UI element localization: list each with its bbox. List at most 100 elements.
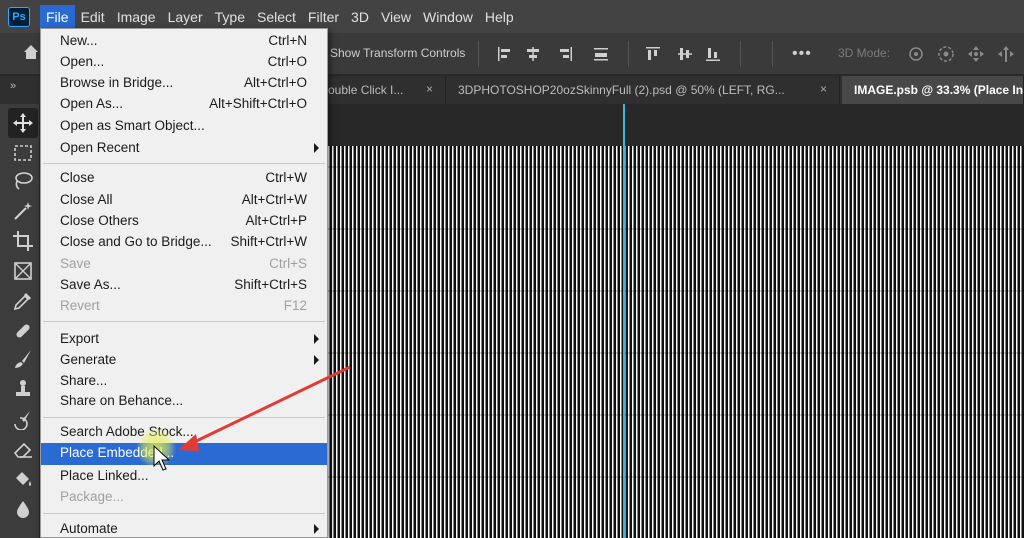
menu-item-close[interactable]: Close Ctrl+W — [41, 168, 327, 189]
tab-label: 3DPHOTOSHOP20ozSkinnyFull (2).psd @ 50% … — [458, 83, 785, 97]
align-top-edges-icon[interactable] — [644, 45, 662, 63]
menu-separator — [43, 321, 325, 322]
show-transform-controls-label[interactable]: Show Transform Controls — [330, 46, 465, 60]
menu-item-close-others[interactable]: Close Others Alt+Ctrl+P — [41, 211, 327, 232]
menu-window[interactable]: Window — [417, 5, 479, 29]
menu-item-share-on-behance[interactable]: Share on Behance... — [41, 391, 327, 412]
menu-item-export[interactable]: Export — [41, 329, 327, 350]
menu-item-label: Close — [60, 170, 95, 185]
brush-tool-icon[interactable] — [12, 348, 34, 370]
menu-item-place-linked[interactable]: Place Linked... — [41, 466, 327, 487]
menu-item-new[interactable]: New... Ctrl+N — [41, 31, 327, 52]
menu-select[interactable]: Select — [251, 5, 302, 29]
close-tab-icon[interactable]: × — [426, 82, 433, 96]
tab-label: ouble Click I... — [328, 83, 404, 97]
align-middle-icon[interactable] — [592, 45, 610, 63]
menu-item-open-recent[interactable]: Open Recent — [41, 138, 327, 159]
align-left-edges-icon[interactable] — [496, 45, 514, 63]
menu-item-generate[interactable]: Generate — [41, 350, 327, 371]
menu-item-save: Save Ctrl+S — [41, 254, 327, 275]
menu-item-place-embedded[interactable]: Place Embedded... — [41, 443, 327, 465]
menu-item-share[interactable]: Share... — [41, 371, 327, 392]
paint-bucket-tool-icon[interactable] — [12, 468, 34, 490]
submenu-arrow-icon — [314, 524, 319, 534]
home-icon[interactable] — [22, 43, 40, 61]
menu-item-shortcut: Alt+Ctrl+W — [241, 192, 307, 207]
menu-item-label: Close and Go to Bridge... — [60, 234, 212, 249]
menu-item-label: Open As... — [60, 96, 124, 111]
menu-item-revert: Revert F12 — [41, 296, 327, 317]
eraser-tool-icon[interactable] — [12, 438, 34, 460]
menu-item-search-adobe-stock[interactable]: Search Adobe Stock... — [41, 422, 327, 443]
menu-item-open-as[interactable]: Open As... Alt+Shift+Ctrl+O — [41, 94, 327, 115]
document-canvas[interactable] — [328, 146, 1024, 538]
menu-item-shortcut: Shift+Ctrl+W — [230, 234, 307, 249]
healing-brush-tool-icon[interactable] — [12, 320, 34, 342]
menu-item-label: Revert — [60, 298, 100, 313]
blur-tool-icon[interactable] — [12, 498, 34, 520]
move-tool-icon[interactable] — [8, 108, 38, 138]
menu-item-label: Package... — [60, 489, 124, 504]
menu-item-shortcut: Alt+Ctrl+P — [245, 213, 307, 228]
magic-wand-tool-icon[interactable] — [12, 200, 34, 222]
lasso-tool-icon[interactable] — [12, 170, 34, 192]
menu-item-package: Package... — [41, 487, 327, 508]
tab-3dphotoshop[interactable]: 3DPHOTOSHOP20ozSkinnyFull (2).psd @ 50% … — [448, 76, 840, 104]
menu-item-label: Open as Smart Object... — [60, 118, 205, 133]
menu-item-close-and-go-to-bridge[interactable]: Close and Go to Bridge... Shift+Ctrl+W — [41, 232, 327, 253]
close-tab-icon[interactable]: × — [820, 82, 827, 96]
menu-item-shortcut: F12 — [283, 298, 307, 313]
menu-item-open[interactable]: Open... Ctrl+O — [41, 52, 327, 73]
tab-image-psb[interactable]: IMAGE.psb @ 33.3% (Place In — [842, 76, 1024, 104]
3d-pan-icon[interactable] — [966, 44, 986, 64]
tab-label: IMAGE.psb @ 33.3% (Place In — [854, 83, 1024, 97]
menu-item-label: Close Others — [60, 213, 139, 228]
menu-item-label: Open Recent — [60, 140, 140, 155]
3d-slide-icon[interactable] — [996, 44, 1016, 64]
menu-separator — [43, 163, 325, 164]
menu-item-label: Save As... — [60, 277, 121, 292]
menu-item-label: Place Linked... — [60, 468, 149, 483]
menu-separator — [43, 513, 325, 514]
menu-layer[interactable]: Layer — [162, 5, 209, 29]
menu-help[interactable]: Help — [479, 5, 520, 29]
options-divider — [772, 41, 773, 67]
menu-3d[interactable]: 3D — [345, 5, 375, 29]
menu-separator — [43, 417, 325, 418]
align-right-edges-icon[interactable] — [556, 45, 574, 63]
menu-item-label: Generate — [60, 352, 117, 367]
menu-item-browse-in-bridge[interactable]: Browse in Bridge... Alt+Ctrl+O — [41, 73, 327, 94]
menu-item-label: Export — [60, 331, 100, 346]
menu-item-label: Save — [60, 256, 91, 271]
align-vertical-centers-icon[interactable] — [676, 45, 694, 63]
3d-roll-icon[interactable] — [936, 44, 956, 64]
menu-image[interactable]: Image — [111, 5, 162, 29]
menu-item-label: Share... — [60, 373, 108, 388]
clone-stamp-tool-icon[interactable] — [12, 378, 34, 400]
menu-view[interactable]: View — [375, 5, 417, 29]
menu-item-open-as-smart-object[interactable]: Open as Smart Object... — [41, 116, 327, 137]
frame-tool-icon[interactable] — [12, 260, 34, 282]
menu-type[interactable]: Type — [209, 5, 251, 29]
menu-item-close-all[interactable]: Close All Alt+Ctrl+W — [41, 190, 327, 211]
options-divider — [740, 41, 741, 67]
align-bottom-edges-icon[interactable] — [704, 45, 722, 63]
menu-edit[interactable]: Edit — [75, 5, 111, 29]
history-brush-tool-icon[interactable] — [12, 408, 34, 430]
more-options-icon[interactable]: ••• — [792, 45, 812, 63]
menu-item-save-as[interactable]: Save As... Shift+Ctrl+S — [41, 275, 327, 296]
marquee-tool-icon[interactable] — [12, 142, 34, 164]
menu-item-shortcut: Ctrl+S — [269, 256, 307, 271]
menu-file[interactable]: File — [40, 4, 75, 29]
collapse-panel-icon[interactable]: » — [10, 80, 16, 92]
menu-item-label: Share on Behance... — [60, 393, 184, 408]
eyedropper-tool-icon[interactable] — [12, 290, 34, 312]
menu-item-shortcut: Ctrl+N — [268, 33, 307, 48]
crop-tool-icon[interactable] — [12, 230, 34, 252]
menu-item-automate[interactable]: Automate — [41, 519, 327, 538]
menu-filter[interactable]: Filter — [302, 5, 345, 29]
align-horizontal-centers-icon[interactable] — [524, 45, 542, 63]
vertical-guide[interactable] — [623, 104, 625, 538]
3d-mode-label: 3D Mode: — [838, 46, 891, 60]
3d-orbit-icon[interactable] — [906, 44, 926, 64]
